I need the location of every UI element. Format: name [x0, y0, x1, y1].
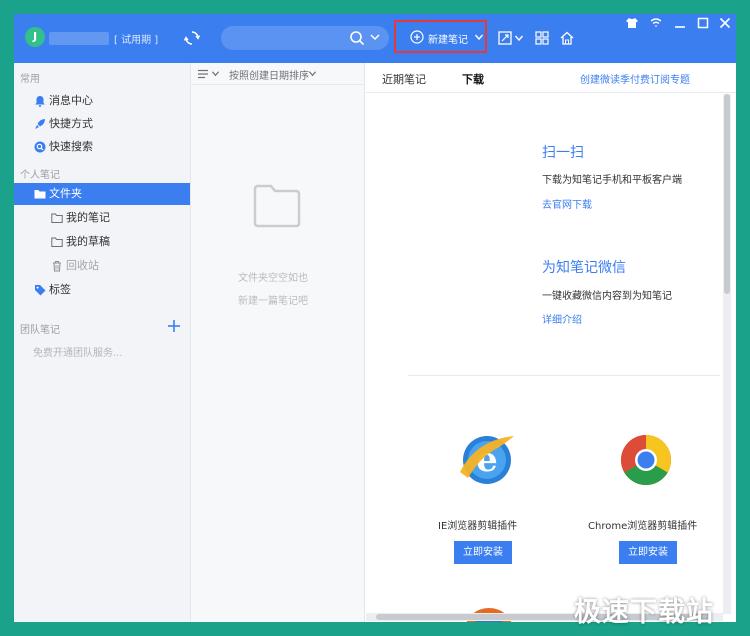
close-icon[interactable] [719, 17, 731, 29]
sidebar-item-label: 消息中心 [49, 94, 93, 107]
ie-plugin-name: IE浏览器剪辑插件 [438, 521, 518, 532]
sidebar-item-label: 文件夹 [49, 187, 82, 200]
wifi-icon[interactable] [650, 17, 662, 29]
sidebar-item-label: 快速搜索 [49, 140, 93, 153]
site-watermark: 极速下载站 [574, 597, 714, 628]
ie-logo-icon: e [460, 436, 514, 484]
tab-recent-notes[interactable]: 近期笔记 [382, 71, 426, 87]
plus-circle-icon [410, 30, 424, 44]
search-input[interactable] [221, 26, 389, 50]
search-circle-icon [34, 141, 46, 153]
expand-icon[interactable] [498, 31, 512, 45]
sidebar-item-my-notes[interactable]: 我的笔记 [14, 207, 190, 229]
bell-icon [35, 96, 45, 107]
sidebar-item-label: 回收站 [66, 259, 99, 272]
add-team-icon[interactable] [167, 319, 181, 333]
sidebar-item-folder[interactable]: 文件夹 [14, 183, 190, 205]
chevron-down-icon[interactable] [474, 32, 484, 42]
sidebar-item-tags[interactable]: 标签 [14, 279, 190, 301]
shirt-icon[interactable] [626, 17, 638, 29]
team-hint[interactable]: 免费开通团队服务... [33, 344, 123, 359]
scan-desc: 下载为知笔记手机和平板客户端 [542, 175, 682, 186]
folder-icon [34, 190, 46, 199]
vertical-scroll-thumb[interactable] [724, 94, 730, 294]
empty-message: 文件夹空空如也 [238, 273, 308, 284]
divider [408, 375, 720, 376]
rocket-icon [35, 119, 45, 129]
scan-title: 扫一扫 [542, 145, 584, 161]
section-team: 团队笔记 [20, 325, 60, 336]
avatar[interactable]: J [25, 27, 45, 47]
sidebar-item-shortcuts[interactable]: 快捷方式 [14, 113, 190, 135]
details-link[interactable]: 详细介绍 [542, 311, 582, 326]
trash-icon [53, 261, 61, 272]
folder-outline-icon [51, 213, 63, 223]
tag-icon [35, 285, 46, 296]
sidebar-item-trash[interactable]: 回收站 [14, 255, 190, 277]
note-list: 按照创建日期排序 文件夹空空如也 新建一篇笔记吧 [191, 63, 365, 622]
tab-bar: 近期笔记 下载 创建微读季付费订阅专题 [366, 63, 736, 93]
wechat-desc: 一键收藏微信内容到为知笔记 [542, 291, 672, 302]
sidebar-item-label: 快捷方式 [49, 117, 93, 130]
sidebar-item-quick-search[interactable]: 快速搜索 [14, 136, 190, 158]
content-panel: 近期笔记 下载 创建微读季付费订阅专题 扫一扫 下载为知笔记手机和平板客户端 去… [366, 63, 736, 622]
sidebar-item-label: 标签 [49, 283, 71, 296]
install-ie-button[interactable]: 立即安装 [454, 541, 512, 564]
chrome-plugin-name: Chrome浏览器剪辑插件 [588, 521, 698, 532]
new-note-label: 新建笔记 [428, 35, 468, 46]
section-personal: 个人笔记 [20, 170, 60, 181]
download-link[interactable]: 去官网下载 [542, 196, 592, 211]
empty-hint: 新建一篇笔记吧 [238, 296, 308, 307]
section-common: 常用 [20, 74, 40, 85]
app-window: J [ 试用期 ] 新建笔记 常用 消息中心 快捷方式 快速搜索 个人笔记 文件… [14, 14, 736, 622]
maximize-icon[interactable] [697, 17, 709, 29]
sidebar-item-messages[interactable]: 消息中心 [14, 90, 190, 112]
home-icon[interactable] [560, 31, 574, 45]
chevron-down-icon[interactable] [308, 69, 317, 78]
install-chrome-button[interactable]: 立即安装 [619, 541, 677, 564]
wechat-title: 为知笔记微信 [542, 260, 626, 276]
sort-label[interactable]: 按照创建日期排序 [229, 67, 309, 82]
sync-icon[interactable] [184, 30, 200, 46]
titlebar: J [ 试用期 ] 新建笔记 [14, 14, 736, 63]
trial-badge: [ 试用期 ] [114, 35, 159, 46]
sidebar: 常用 消息中心 快捷方式 快速搜索 个人笔记 文件夹 我的笔记 我的草稿 回收站… [14, 63, 191, 622]
minimize-icon[interactable] [674, 17, 686, 29]
empty-folder-icon [253, 184, 301, 228]
list-icon[interactable] [197, 68, 209, 80]
grid-icon[interactable] [535, 31, 549, 45]
search-icon[interactable] [349, 30, 365, 46]
chevron-down-icon[interactable] [211, 69, 220, 78]
sidebar-item-drafts[interactable]: 我的草稿 [14, 231, 190, 253]
tab-download[interactable]: 下载 [462, 71, 484, 87]
folder-outline-icon [51, 237, 63, 247]
subscription-link[interactable]: 创建微读季付费订阅专题 [580, 71, 690, 86]
username-redacted [49, 32, 109, 45]
sidebar-item-label: 我的笔记 [66, 211, 110, 224]
chrome-logo-icon [621, 435, 671, 485]
sort-bar[interactable]: 按照创建日期排序 [191, 63, 365, 85]
chevron-down-icon[interactable] [514, 31, 524, 45]
new-note-button[interactable]: 新建笔记 [394, 20, 487, 53]
chevron-down-icon[interactable] [369, 31, 381, 43]
sidebar-item-label: 我的草稿 [66, 235, 110, 248]
